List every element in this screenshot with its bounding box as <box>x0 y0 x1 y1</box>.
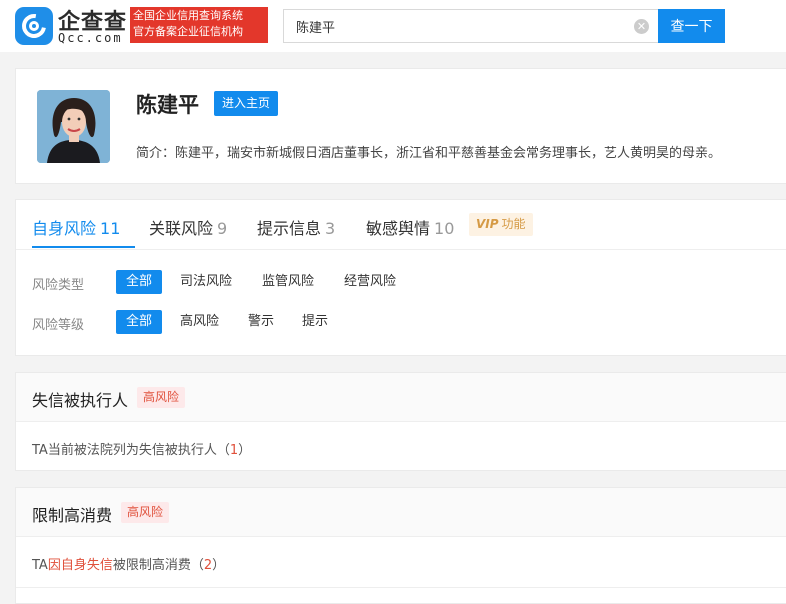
level-chip-hint[interactable]: 提示 <box>292 310 338 334</box>
tab-label: 提示信息 <box>257 219 322 238</box>
tab-count: 10 <box>434 219 455 238</box>
search-button[interactable]: 查一下 <box>658 9 725 43</box>
tab-count: 9 <box>217 219 228 238</box>
risk-panel: 自身风险 11 关联风险 9 提示信息 3 敏感舆情 10 VIP 功能 风险类型 全部 … <box>15 199 786 356</box>
clear-icon[interactable]: ✕ <box>634 19 649 34</box>
type-chip-operational[interactable]: 经营风险 <box>334 270 406 294</box>
person-intro: 简介：陈建平，瑞安市新城假日酒店董事长，浙江省和平慈善基金会常务理事长，艺人黄明… <box>136 146 722 161</box>
level-chip-warning[interactable]: 警示 <box>238 310 284 334</box>
section-line[interactable]: TA因自身失信被限制高消费（2） <box>32 554 225 573</box>
active-tab-underline <box>32 246 135 248</box>
line-end: ） <box>212 558 226 573</box>
level-chip-high[interactable]: 高风险 <box>170 310 229 334</box>
line-count[interactable]: 2 <box>204 558 212 573</box>
line-rest: 被限制高消费（ <box>112 558 204 573</box>
section-header: 限制高消费 高风险 <box>16 488 786 537</box>
line-prefix: TA <box>32 558 48 573</box>
section-line[interactable]: TA当前被法院列为失信被执行人（1） <box>32 439 251 458</box>
enter-homepage-button[interactable]: 进入主页 <box>214 91 279 116</box>
section-dishonest-executee: 失信被执行人 高风险 TA当前被法院列为失信被执行人（1） <box>15 372 786 471</box>
tab-count: 3 <box>325 219 336 238</box>
vip-label: VIP <box>476 217 499 231</box>
risk-tabs: 自身风险 11 关联风险 9 提示信息 3 敏感舆情 10 VIP 功能 <box>16 200 786 250</box>
type-chip-all[interactable]: 全部 <box>116 270 163 294</box>
slogan-line-1: 全国企业信用查询系统 <box>133 9 243 22</box>
risk-type-label: 风险类型 <box>32 278 85 293</box>
section-consumption-restriction: 限制高消费 高风险 TA因自身失信被限制高消费（2） <box>15 487 786 604</box>
tab-label: 关联风险 <box>149 219 214 238</box>
row-divider <box>16 587 786 588</box>
tab-label: 自身风险 <box>32 219 97 238</box>
high-risk-tag: 高风险 <box>137 387 186 408</box>
line-highlight: 因自身失信 <box>47 558 113 573</box>
line-end: ） <box>238 443 252 458</box>
section-header: 失信被执行人 高风险 <box>16 373 786 422</box>
person-name: 陈建平 <box>136 93 199 117</box>
type-chip-judicial[interactable]: 司法风险 <box>170 270 242 294</box>
tab-sensitive-news[interactable]: 敏感舆情 10 <box>366 215 454 239</box>
profile-card: 陈建平 进入主页 简介：陈建平，瑞安市新城假日酒店董事长，浙江省和平慈善基金会常… <box>15 68 786 184</box>
level-chip-all[interactable]: 全部 <box>116 310 163 334</box>
line-count[interactable]: 1 <box>230 443 238 458</box>
tab-related-risk[interactable]: 关联风险 9 <box>149 215 227 239</box>
search-input[interactable] <box>296 10 626 42</box>
line-text: TA当前被法院列为失信被执行人（ <box>32 443 230 458</box>
logo-dot <box>29 21 39 31</box>
high-risk-tag: 高风险 <box>121 502 170 523</box>
section-title: 限制高消费 <box>32 506 113 525</box>
qcc-logo-icon[interactable] <box>15 7 53 45</box>
section-title: 失信被执行人 <box>32 391 129 410</box>
tab-label: 敏感舆情 <box>366 219 431 238</box>
avatar <box>37 90 110 163</box>
search-box: ✕ <box>283 9 659 43</box>
slogan-line-2: 官方备案企业征信机构 <box>133 25 243 38</box>
tab-self-risk[interactable]: 自身风险 11 <box>32 215 120 239</box>
tab-count: 11 <box>100 219 121 238</box>
brand-domain: Qcc.com <box>58 31 123 45</box>
tab-hint-info[interactable]: 提示信息 3 <box>257 215 335 239</box>
risk-level-label: 风险等级 <box>32 318 85 333</box>
top-header: 企查查 Qcc.com 全国企业信用查询系统 官方备案企业征信机构 ✕ 查一下 <box>0 0 786 52</box>
avatar-photo <box>37 90 110 163</box>
type-chip-regulatory[interactable]: 监管风险 <box>252 270 324 294</box>
vip-text: 功能 <box>501 217 526 231</box>
slogan-badge: 全国企业信用查询系统 官方备案企业征信机构 <box>130 7 268 43</box>
vip-feature-badge[interactable]: VIP 功能 <box>469 213 533 236</box>
